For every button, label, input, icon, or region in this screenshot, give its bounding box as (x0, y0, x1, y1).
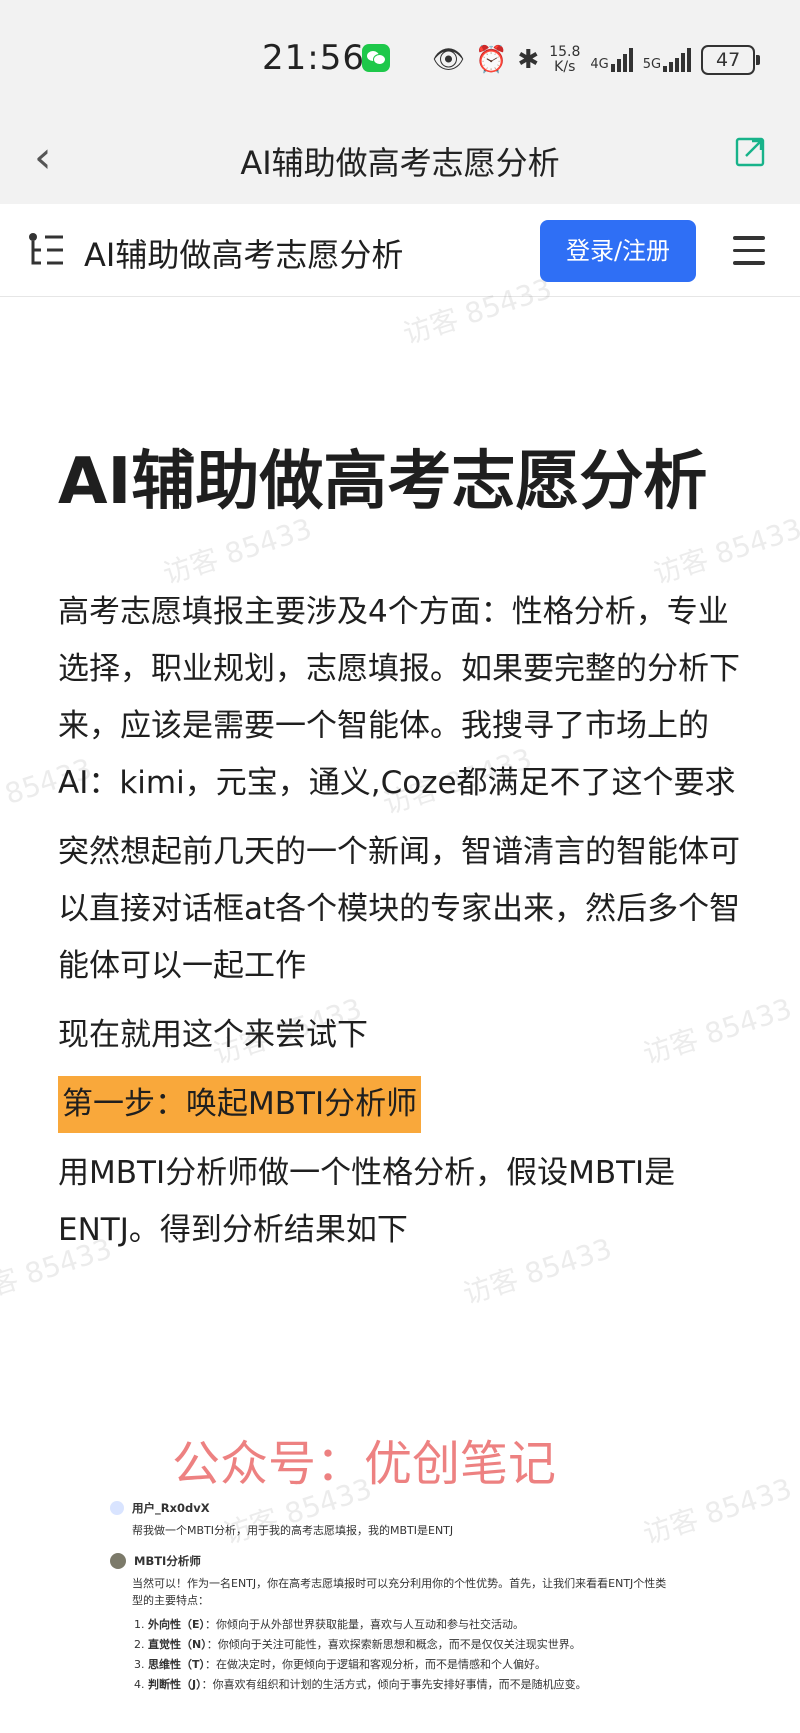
user-avatar (110, 1501, 124, 1515)
article-paragraph: 突然想起前几天的一个新闻，智谱清言的智能体可以直接对话框at各个模块的专家出来，… (58, 834, 741, 984)
article-paragraph: 高考志愿填报主要涉及4个方面：性格分析，专业选择，职业规划，志愿填报。如果要完整… (58, 594, 740, 801)
wechat-icon (362, 44, 390, 72)
section-heading: 第一步：唤起MBTI分析师 (58, 1076, 748, 1133)
eye-icon: 👁 (432, 45, 466, 75)
bot-avatar (110, 1553, 126, 1569)
article: AI辅助做高考志愿分析 高考志愿填报主要涉及4个方面：性格分析，专业选择，职业规… (58, 420, 748, 1271)
outline-icon[interactable] (27, 232, 65, 268)
site-header: AI辅助做高考志愿分析 登录/注册 (0, 204, 800, 297)
bot-name: MBTI分析师 (134, 1554, 201, 1568)
list-item: 外向性（E）：你倾向于从外部世界获取能量，喜欢与人互动和参与社交活动。 (148, 1615, 670, 1635)
network-speed: 15.8 K/s (549, 44, 581, 75)
title-bar: ‹ AI辅助做高考志愿分析 (0, 118, 800, 205)
bluetooth-icon: ✱ (517, 45, 540, 75)
watermark-gzh: 公众号：优创笔记 (172, 1436, 557, 1492)
alarm-icon: ⏰ (475, 45, 508, 75)
site-title: AI辅助做高考志愿分析 (84, 236, 404, 274)
status-time: 21:56 (262, 38, 365, 78)
battery-icon: 47 (701, 45, 761, 75)
status-bar: 21:56 👁 ⏰ ✱ 15.8 K/s 4G 5G 47 (0, 0, 800, 118)
bot-message: 当然可以！作为一名ENTJ，你在高考志愿填报时可以充分利用你的个性优势。首先，让… (132, 1577, 667, 1607)
signal-4g-icon: 4G (590, 48, 633, 72)
article-paragraph: 用MBTI分析师做一个性格分析，假设MBTI是ENTJ。得到分析结果如下 (58, 1155, 676, 1248)
list-item: 直觉性（N）：你倾向于关注可能性，喜欢探索新思想和概念，而不是仅仅关注现实世界。 (148, 1635, 670, 1655)
page-title: AI辅助做高考志愿分析 (240, 144, 560, 182)
user-message: 帮我做一个MBTI分析，用于我的高考志愿填报，我的MBTI是ENTJ (132, 1524, 454, 1537)
user-name: 用户_Rx0dvX (132, 1501, 210, 1515)
list-item: 判断性（J）：你喜欢有组织和计划的生活方式，倾向于事先安排好事情，而不是随机应变… (148, 1675, 670, 1695)
menu-icon[interactable] (733, 236, 765, 265)
status-icons: 👁 ⏰ ✱ 15.8 K/s 4G 5G 47 (432, 40, 761, 80)
trait-list: 外向性（E）：你倾向于从外部世界获取能量，喜欢与人互动和参与社交活动。 直觉性（… (132, 1615, 670, 1695)
list-item: 思维性（T）：在做决定时，你更倾向于逻辑和客观分析，而不是情感和个人偏好。 (148, 1655, 670, 1675)
open-external-icon[interactable] (734, 136, 766, 168)
article-paragraph: 现在就用这个来尝试下 (58, 1017, 368, 1053)
signal-5g-icon: 5G (643, 48, 692, 72)
highlighted-step: 第一步：唤起MBTI分析师 (58, 1076, 422, 1133)
article-title: AI辅助做高考志愿分析 (58, 445, 708, 519)
login-register-button[interactable]: 登录/注册 (540, 220, 696, 282)
chat-screenshot: 用户_Rx0dvX 帮我做一个MBTI分析，用于我的高考志愿填报，我的MBTI是… (110, 1500, 670, 1695)
